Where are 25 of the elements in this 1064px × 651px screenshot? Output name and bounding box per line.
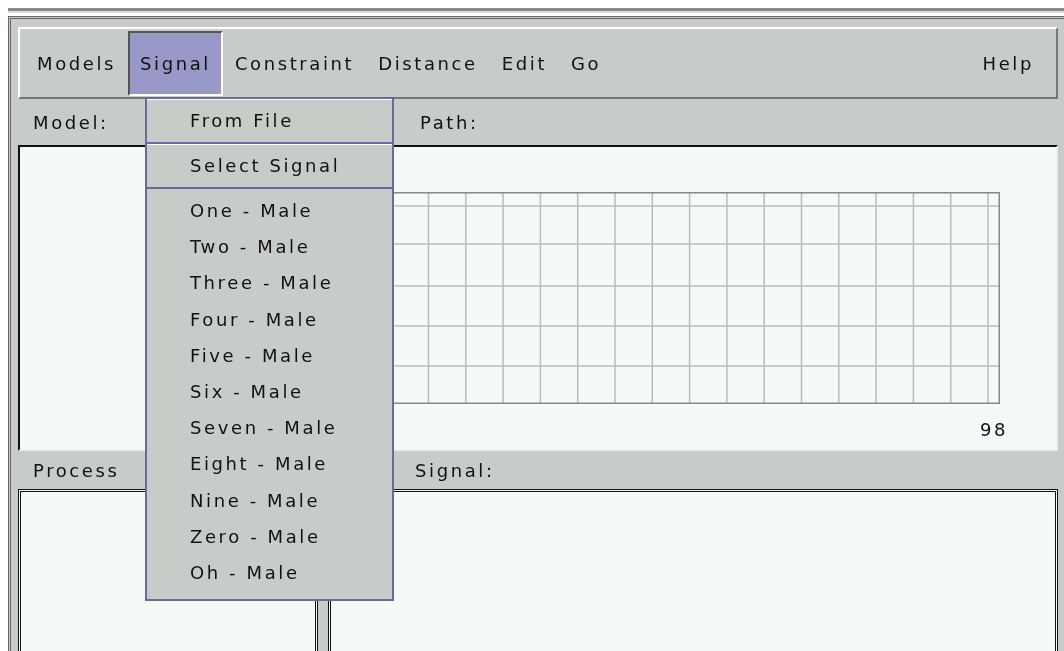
menu-bar-item[interactable]: Go	[559, 31, 614, 96]
process-label: Process	[33, 459, 120, 481]
menu-item[interactable]: Nine - Male	[147, 482, 392, 519]
menu-bar-item[interactable]: Help	[970, 31, 1046, 96]
axis-label: 98	[980, 419, 1009, 440]
menu-item[interactable]: Six - Male	[147, 373, 392, 411]
menu-item[interactable]: Three - Male	[147, 265, 392, 302]
menu-item[interactable]: Zero - Male	[147, 518, 392, 555]
menu-item[interactable]: Five - Male	[147, 337, 392, 374]
menu-bar-item[interactable]: Constraint	[222, 31, 367, 96]
menu-item[interactable]: Seven - Male	[147, 410, 392, 447]
menu-item[interactable]: Select Signal	[147, 144, 392, 189]
menu-item[interactable]: Two - Male	[147, 229, 392, 266]
menu-item[interactable]: Eight - Male	[147, 446, 392, 483]
menu-bar-item[interactable]: Edit	[489, 31, 560, 96]
menu-bar-item[interactable]: Models	[25, 31, 129, 96]
menu-bar-item[interactable]: Distance	[366, 31, 490, 96]
menu-item[interactable]: Four - Male	[147, 301, 392, 338]
path-label: Path:	[420, 111, 479, 133]
menu-item[interactable]: One - Male	[147, 193, 392, 230]
menu-item[interactable]: Oh - Male	[147, 554, 392, 592]
menu-bar-item[interactable]: Signal	[128, 31, 223, 96]
model-label: Model:	[33, 111, 109, 133]
signal-label: Signal:	[415, 459, 495, 481]
menu-item[interactable]: From File	[147, 99, 392, 144]
